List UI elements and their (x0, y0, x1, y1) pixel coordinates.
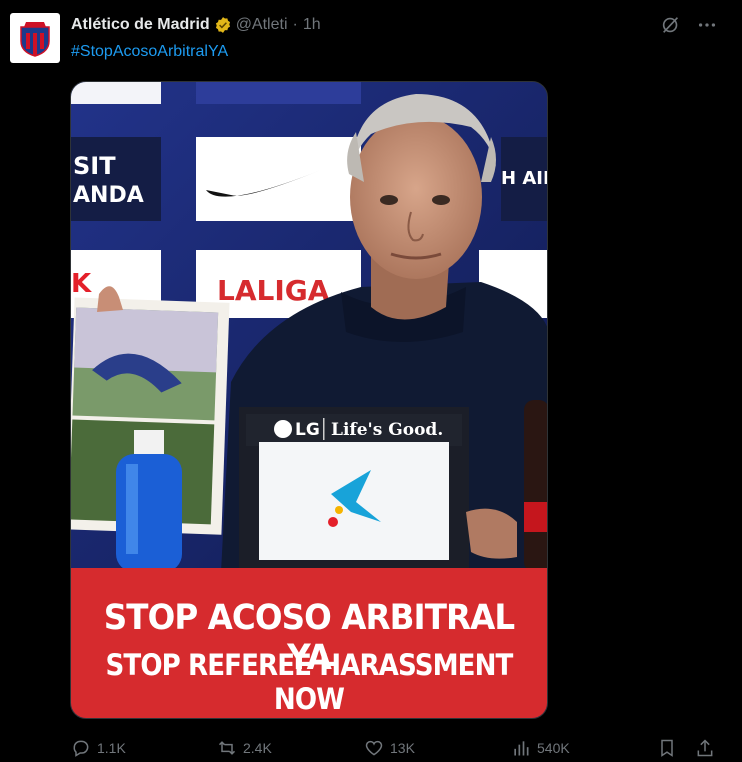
views-button[interactable]: 540K (511, 738, 570, 758)
separator-dot: · (292, 16, 298, 33)
timestamp[interactable]: 1h (303, 16, 321, 34)
lg-slogan-text: Life's Good. (331, 420, 443, 440)
banner-line-2: STOP REFEREE HARASSMENT NOW (105, 648, 514, 716)
tweet-header: Atlético de Madrid @Atleti · 1h (71, 14, 321, 36)
tweet-action-bar: 1.1K 2.4K 13K 540K (71, 737, 718, 759)
lg-brand-text: LG (295, 420, 320, 440)
grok-icon[interactable] (660, 14, 682, 36)
press-conference-photo: SIT ANDA H AIR K LALIGA (71, 82, 548, 572)
share-icon (697, 739, 713, 757)
like-count: 13K (390, 740, 415, 756)
reply-icon (73, 740, 89, 757)
like-button[interactable]: 13K (364, 738, 415, 758)
sponsor-text-left-2: ANDA (73, 183, 144, 208)
heart-icon (365, 740, 383, 756)
sponsor-text-right: H AIR (501, 168, 548, 189)
reply-button[interactable]: 1.1K (71, 738, 126, 758)
views-chart-icon (514, 741, 529, 756)
sponsor-text-left: SIT (73, 152, 116, 180)
laliga-board-text: LALIGA (217, 274, 330, 307)
slogan-banner: STOP ACOSO ARBITRAL YA STOP REFEREE HARA… (71, 568, 547, 718)
header-actions (660, 14, 718, 36)
more-options-icon[interactable] (696, 14, 718, 36)
atletico-crest-icon (20, 22, 50, 57)
author-handle[interactable]: @Atleti (236, 16, 288, 34)
avatar[interactable] (10, 13, 60, 63)
bookmark-icon (661, 739, 673, 757)
svg-text:K: K (71, 269, 92, 299)
repost-icon (218, 741, 236, 755)
share-button[interactable] (695, 738, 715, 758)
verified-gold-badge-icon[interactable] (214, 16, 232, 34)
repost-button[interactable]: 2.4K (217, 738, 272, 758)
views-count: 540K (537, 740, 570, 756)
reply-count: 1.1K (97, 740, 126, 756)
hashtag-link[interactable]: #StopAcosoArbitralYA (71, 43, 228, 61)
bookmark-button[interactable] (657, 738, 677, 758)
tweet-media-image[interactable]: SIT ANDA H AIR K LALIGA (70, 81, 548, 719)
author-name[interactable]: Atlético de Madrid (71, 16, 210, 34)
repost-count: 2.4K (243, 740, 272, 756)
